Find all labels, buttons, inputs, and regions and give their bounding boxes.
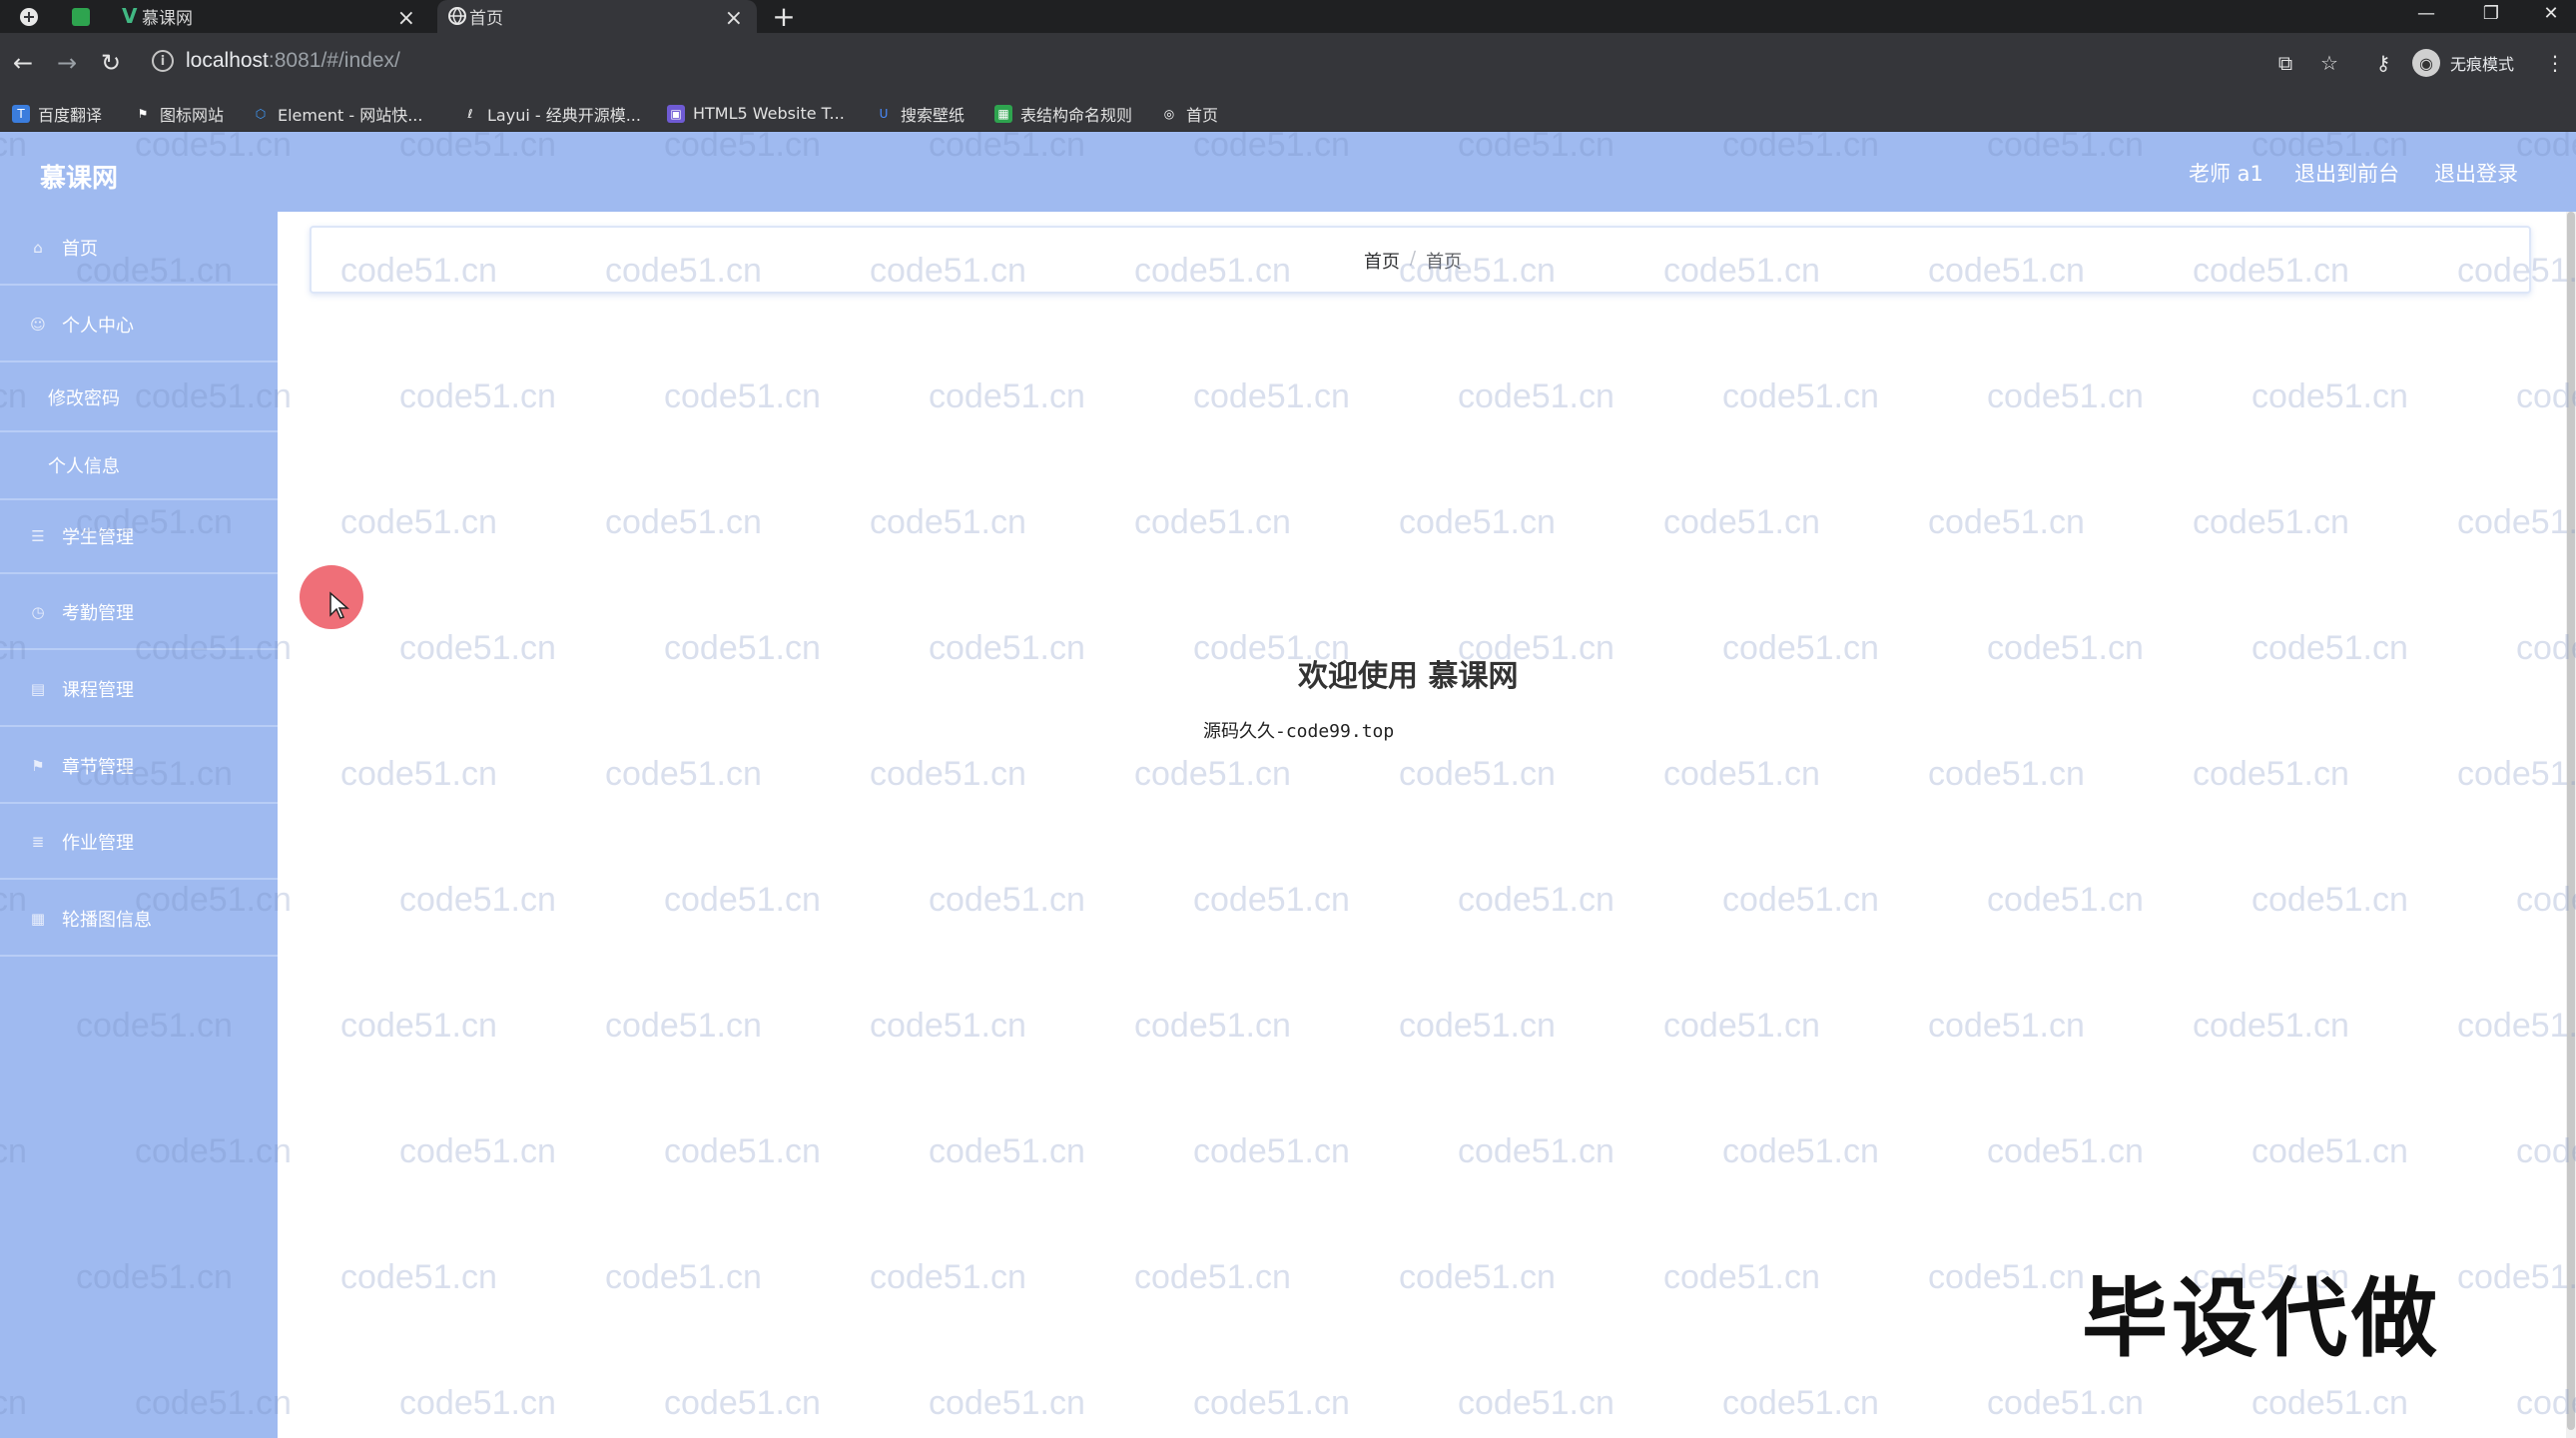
book-icon: ▤ [30, 680, 46, 698]
profile-label: 无痕模式 [2450, 55, 2515, 74]
tab-title: 慕课网 [142, 9, 193, 29]
sidebar-subitem-personal-info[interactable]: 个人信息 [0, 432, 278, 500]
home-icon: ⌂ [33, 239, 43, 257]
tab-home[interactable]: 首页 × [437, 0, 757, 33]
sidebar-item-home[interactable]: ⌂ 首页 [0, 212, 278, 286]
sidebar-item-carousel-info[interactable]: ▦ 轮播图信息 [0, 883, 278, 957]
bookmark-item[interactable]: U 搜索壁纸 [875, 95, 965, 132]
menu-label: 作业管理 [62, 833, 134, 854]
close-tab-icon[interactable]: × [397, 6, 415, 31]
key-icon[interactable]: ⚷ [2366, 48, 2400, 78]
bookmark-star-icon[interactable]: ☆ [2312, 48, 2346, 78]
pinned-tab-icon[interactable] [56, 0, 106, 33]
sidebar-item-personal[interactable]: ☺ 个人中心 [0, 289, 278, 362]
app-title: 慕课网 [40, 164, 119, 194]
bookmark-label: 百度翻译 [38, 105, 103, 125]
sidebar-item-course-mgmt[interactable]: ▤ 课程管理 [0, 653, 278, 727]
page-scrollbar-thumb[interactable] [2567, 212, 2575, 1430]
overlay-caption: 毕设代做 [2082, 1269, 2441, 1369]
bookmark-label: 表结构命名规则 [1020, 105, 1133, 125]
bookmark-label: Element - 网站快... [278, 105, 423, 125]
back-arrow-icon[interactable]: ← [8, 48, 38, 78]
bookmark-label: Layui - 经典开源模... [487, 105, 641, 125]
grid-icon: ▦ [30, 910, 46, 928]
vue-favicon-icon: V [122, 4, 138, 28]
flag-icon: ⚑ [137, 106, 149, 121]
address-bar[interactable]: localhost:8081/#/index/ [186, 49, 400, 73]
bookmark-item[interactable]: ⚑ 图标网站 [134, 95, 224, 132]
minimize-window-icon[interactable]: — [2401, 0, 2451, 26]
clock-icon: ◷ [31, 603, 45, 621]
current-user-label: 老师 a1 [2189, 162, 2263, 186]
welcome-heading: 欢迎使用 慕课网 [1298, 659, 1519, 694]
back-to-frontend-link[interactable]: 退出到前台 [2294, 158, 2399, 188]
bookmark-label: 搜索壁纸 [901, 105, 966, 125]
close-tab-icon[interactable]: × [725, 6, 743, 31]
sheet-icon: ▦ [994, 104, 1012, 123]
menu-label: 学生管理 [62, 527, 134, 548]
close-window-icon[interactable]: ✕ [2526, 0, 2576, 26]
site-info-icon[interactable]: i [152, 50, 174, 72]
bookmark-label: 图标网站 [160, 105, 225, 125]
sidebar-item-chapter-mgmt[interactable]: ⚑ 章节管理 [0, 730, 278, 804]
tab-mukewang[interactable]: V 慕课网 × [110, 0, 429, 33]
list-icon: ☰ [31, 527, 45, 545]
menu-label: 课程管理 [62, 680, 134, 701]
element-icon: ⬡ [255, 106, 267, 121]
breadcrumb-separator: / [1410, 248, 1417, 269]
mouse-cursor-icon [329, 591, 349, 619]
breadcrumb: 首页 / 首页 [1364, 248, 1462, 274]
bookmark-item[interactable]: ▦ 表结构命名规则 [994, 95, 1132, 132]
sidebar-item-student-mgmt[interactable]: ☰ 学生管理 [0, 500, 278, 574]
menu-label: 考勤管理 [62, 603, 134, 624]
menu-label: 修改密码 [48, 388, 120, 409]
bookmark-item[interactable]: ⬡ Element - 网站快... [252, 95, 423, 132]
user-icon: ☺ [30, 316, 46, 334]
reload-icon[interactable]: ↻ [96, 48, 126, 78]
menu-label: 个人信息 [48, 456, 120, 477]
sidebar-item-attendance-mgmt[interactable]: ◷ 考勤管理 [0, 576, 278, 650]
bookmark-label: 首页 [1186, 105, 1219, 125]
browser-menu-icon[interactable] [4, 0, 54, 33]
bookmark-item[interactable]: ▣ HTML5 Website T... [667, 95, 845, 132]
incognito-icon: ◉ [2412, 49, 2440, 77]
url-path: :8081/#/index/ [268, 49, 400, 72]
logout-link[interactable]: 退出登录 [2434, 158, 2518, 188]
restore-window-icon[interactable]: ❐ [2466, 0, 2516, 26]
translate-bookmark-icon: T [12, 104, 30, 123]
layui-icon: ℓ [467, 106, 473, 121]
source-note: 源码久久-code99.top [1203, 721, 1395, 742]
sidebar-item-homework-mgmt[interactable]: ≣ 作业管理 [0, 806, 278, 880]
wallpaper-icon: U [879, 106, 889, 121]
translate-icon[interactable]: ⧉ [2268, 48, 2302, 78]
sidebar-subitem-change-password[interactable]: 修改密码 [0, 364, 278, 432]
breadcrumb-current: 首页 [1426, 252, 1463, 273]
html5-icon: ▣ [667, 104, 685, 123]
globe-favicon-icon [447, 6, 467, 31]
incognito-profile[interactable]: ◉ 无痕模式 [2412, 47, 2514, 79]
menu-label: 章节管理 [62, 757, 134, 778]
forward-arrow-icon[interactable]: → [52, 48, 82, 78]
menu-label: 个人中心 [62, 316, 134, 337]
new-tab-button[interactable]: + [769, 0, 799, 33]
breadcrumb-home-link[interactable]: 首页 [1364, 248, 1400, 274]
url-host: localhost [186, 49, 269, 72]
stack-icon: ≣ [31, 833, 45, 851]
more-menu-icon[interactable]: ⋮ [2540, 48, 2570, 78]
bookmark-item[interactable]: ℓ Layui - 经典开源模... [461, 95, 641, 132]
menu-label: 轮播图信息 [62, 910, 152, 931]
menu-label: 首页 [62, 239, 98, 260]
bookmark-item[interactable]: T 百度翻译 [12, 95, 102, 132]
globe-icon: ◎ [1163, 106, 1175, 121]
bookmark-label: HTML5 Website T... [693, 104, 845, 123]
bookmark-item[interactable]: ◎ 首页 [1160, 95, 1218, 132]
flag-icon: ⚑ [31, 757, 45, 775]
tab-title: 首页 [469, 9, 503, 29]
